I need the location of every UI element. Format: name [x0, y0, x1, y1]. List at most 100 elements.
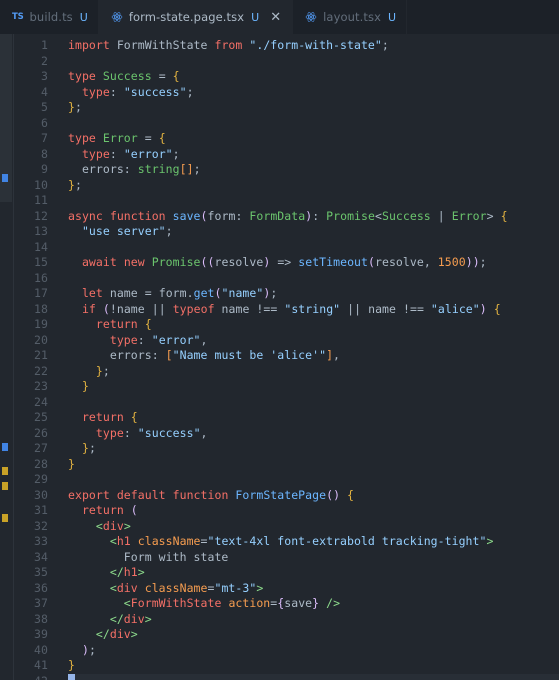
text-cursor — [68, 673, 75, 680]
line-number: 36 — [33, 580, 48, 595]
line-number: 30 — [33, 487, 48, 502]
tab-status-badge: U — [251, 10, 260, 24]
line-number: 13 — [33, 224, 48, 238]
code-line[interactable]: async function save(form: FormData): Pro… — [68, 209, 559, 225]
code-line[interactable]: type: "error"; — [68, 147, 559, 163]
line-number: 12 — [33, 208, 48, 223]
line-number: 32 — [33, 518, 48, 533]
code-line[interactable]: </h1> — [68, 565, 559, 581]
tab-form-state-page-tsx[interactable]: form-state.page.tsx U ✕ — [98, 0, 294, 34]
line-number: 14 — [33, 239, 48, 254]
code-line[interactable]: <h1 className="text-4xl font-extrabold t… — [68, 534, 559, 550]
line-number: 16 — [33, 270, 48, 285]
code-line[interactable]: return ( — [68, 503, 559, 519]
line-number: 10 — [33, 177, 48, 192]
line-number: 23 — [33, 379, 48, 393]
code-line[interactable]: ); — [68, 643, 559, 659]
line-number: 27 — [33, 441, 48, 455]
code-line[interactable] — [68, 240, 559, 256]
tab-label: build.ts — [29, 10, 73, 24]
line-number: 5 — [40, 100, 48, 114]
code-line[interactable] — [68, 54, 559, 70]
code-line[interactable]: } — [68, 379, 559, 395]
line-number: 24 — [33, 394, 48, 409]
code-line[interactable]: return { — [68, 317, 559, 333]
code-line[interactable] — [68, 673, 559, 680]
code-line[interactable]: if (!name || typeof name !== "string" ||… — [68, 302, 559, 318]
code-line[interactable]: Form with state — [68, 550, 559, 566]
line-number: 26 — [33, 425, 48, 440]
info-mark — [2, 443, 8, 451]
info-mark — [2, 174, 8, 182]
code-line[interactable]: let name = form.get("name"); — [68, 286, 559, 302]
code-line[interactable]: await new Promise((resolve) => setTimeou… — [68, 255, 559, 271]
code-line[interactable] — [68, 193, 559, 209]
line-number: 17 — [33, 286, 48, 300]
line-number: 29 — [33, 472, 48, 486]
line-number: 9 — [40, 162, 48, 176]
code-line[interactable]: }; — [68, 178, 559, 194]
code-line[interactable]: </div> — [68, 612, 559, 628]
code-line[interactable]: errors: string[]; — [68, 162, 559, 178]
line-number: 37 — [33, 596, 48, 610]
line-number: 31 — [33, 503, 48, 517]
code-line[interactable]: } — [68, 658, 559, 674]
code-line[interactable]: type Success = { — [68, 69, 559, 85]
code-line[interactable]: }; — [68, 100, 559, 116]
code-line[interactable]: errors: ["Name must be 'alice'"], — [68, 348, 559, 364]
editor-window: TS build.ts U form-state.page.tsx U ✕ la… — [0, 0, 559, 680]
code-line[interactable]: export default function FormStatePage() … — [68, 488, 559, 504]
editor-tab-bar: TS build.ts U form-state.page.tsx U ✕ la… — [0, 0, 559, 34]
warning-mark — [2, 514, 8, 522]
code-line[interactable]: <div> — [68, 519, 559, 535]
code-line[interactable]: }; — [68, 441, 559, 457]
line-number: 34 — [33, 549, 48, 564]
code-line[interactable] — [68, 472, 559, 488]
react-icon — [305, 11, 317, 23]
code-line[interactable]: }; — [68, 364, 559, 380]
line-number: 3 — [40, 69, 48, 83]
code-line[interactable] — [68, 116, 559, 132]
tab-status-badge: U — [387, 10, 397, 24]
code-line[interactable]: type Error = { — [68, 131, 559, 147]
code-line[interactable] — [68, 271, 559, 287]
line-number: 7 — [40, 131, 48, 145]
code-line[interactable]: import FormWithState from "./form-with-s… — [68, 38, 559, 54]
code-line[interactable]: type: "error", — [68, 333, 559, 349]
code-line[interactable]: <FormWithState action={save} /> — [68, 596, 559, 612]
code-editor[interactable]: 1 2 3 4 5 6 7 8 9 10 11 12 13 14 15 16 17 18 19 20 21 22 23 24 2… — [0, 34, 559, 680]
code-line[interactable]: <div className="mt-3"> — [68, 581, 559, 597]
tab-build-ts[interactable]: TS build.ts U — [0, 0, 99, 34]
code-line[interactable]: return { — [68, 410, 559, 426]
line-number: 38 — [33, 611, 48, 626]
code-line[interactable]: </div> — [68, 627, 559, 643]
line-number: 2 — [40, 53, 48, 68]
line-number: 28 — [33, 456, 48, 471]
code-line[interactable]: type: "success", — [68, 426, 559, 442]
line-number: 11 — [33, 193, 48, 207]
code-line[interactable]: "use server"; — [68, 224, 559, 240]
line-number: 25 — [33, 410, 48, 424]
code-content[interactable]: import FormWithState from "./form-with-s… — [54, 34, 559, 680]
line-number: 35 — [33, 565, 48, 579]
line-number: 19 — [33, 317, 48, 331]
overview-ruler[interactable] — [0, 34, 14, 680]
line-number: 20 — [33, 332, 48, 347]
code-line[interactable]: } — [68, 457, 559, 473]
tab-layout-tsx[interactable]: layout.tsx U — [293, 0, 408, 34]
line-number: 22 — [33, 363, 48, 378]
tab-label: layout.tsx — [323, 10, 381, 24]
line-number: 15 — [33, 255, 48, 269]
react-icon — [111, 11, 123, 23]
tab-status-badge: U — [79, 10, 88, 24]
close-icon[interactable]: ✕ — [269, 11, 282, 24]
line-number: 8 — [40, 146, 48, 161]
code-line[interactable]: type: "success"; — [68, 85, 559, 101]
line-number: 18 — [33, 301, 48, 316]
line-number-gutter: 1 2 3 4 5 6 7 8 9 10 11 12 13 14 15 16 17 18 19 20 21 22 23 24 2… — [14, 34, 54, 680]
line-number: 21 — [33, 348, 48, 362]
code-line[interactable] — [68, 395, 559, 411]
warning-mark — [2, 482, 8, 490]
warning-mark — [2, 467, 8, 475]
typescript-icon: TS — [12, 11, 24, 22]
